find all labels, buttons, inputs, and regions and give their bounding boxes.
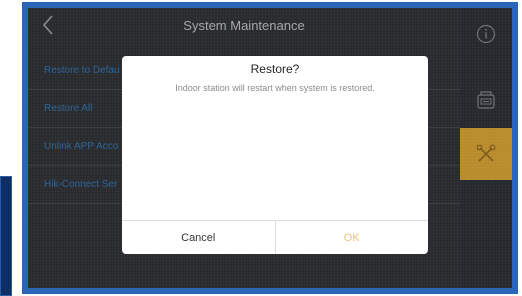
sidebar xyxy=(460,8,512,288)
background-window-edge xyxy=(0,176,12,296)
dialog-footer: Cancel OK xyxy=(122,220,428,254)
cancel-button[interactable]: Cancel xyxy=(122,221,276,254)
info-icon xyxy=(476,24,496,44)
device-frame: System Maintenance Restore to Defau Rest… xyxy=(22,2,518,294)
sidebar-item-intercom[interactable] xyxy=(460,74,512,126)
sidebar-item-maintenance[interactable] xyxy=(460,128,512,180)
ok-button[interactable]: OK xyxy=(276,221,429,254)
intercom-icon xyxy=(477,91,495,109)
dialog-title: Restore? xyxy=(250,62,300,76)
tools-icon xyxy=(476,144,496,162)
sidebar-item-info[interactable] xyxy=(460,8,512,60)
restore-dialog: Restore? Indoor station will restart whe… xyxy=(122,56,428,254)
screen: System Maintenance Restore to Defau Rest… xyxy=(28,8,512,288)
dialog-message: Indoor station will restart when system … xyxy=(175,83,375,93)
